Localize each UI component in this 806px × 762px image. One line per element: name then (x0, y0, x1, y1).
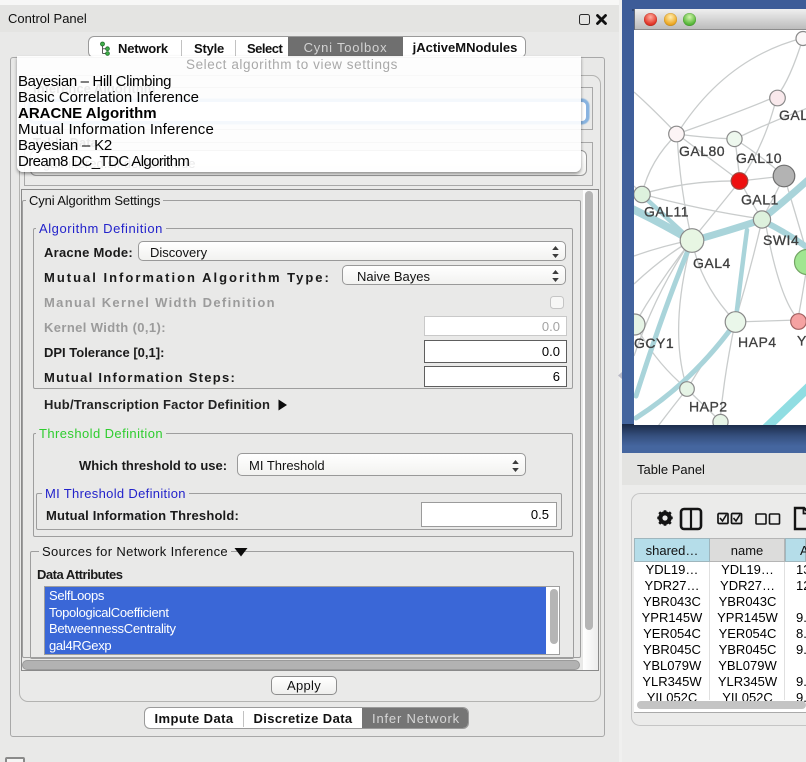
svg-text:GAL11: GAL11 (644, 204, 689, 220)
svg-text:SWI4: SWI4 (763, 232, 799, 248)
svg-text:GCY1: GCY1 (634, 335, 674, 351)
svg-text:HAP4: HAP4 (738, 334, 777, 350)
svg-text:GAL4: GAL4 (693, 255, 731, 271)
svg-text:HAP2: HAP2 (689, 399, 728, 415)
svg-text:Y: Y (797, 333, 806, 349)
svg-text:GAL1: GAL1 (741, 192, 779, 208)
svg-text:GAL: GAL (779, 107, 806, 123)
svg-text:GAL80: GAL80 (679, 143, 725, 159)
svg-text:GAL10: GAL10 (736, 150, 782, 166)
